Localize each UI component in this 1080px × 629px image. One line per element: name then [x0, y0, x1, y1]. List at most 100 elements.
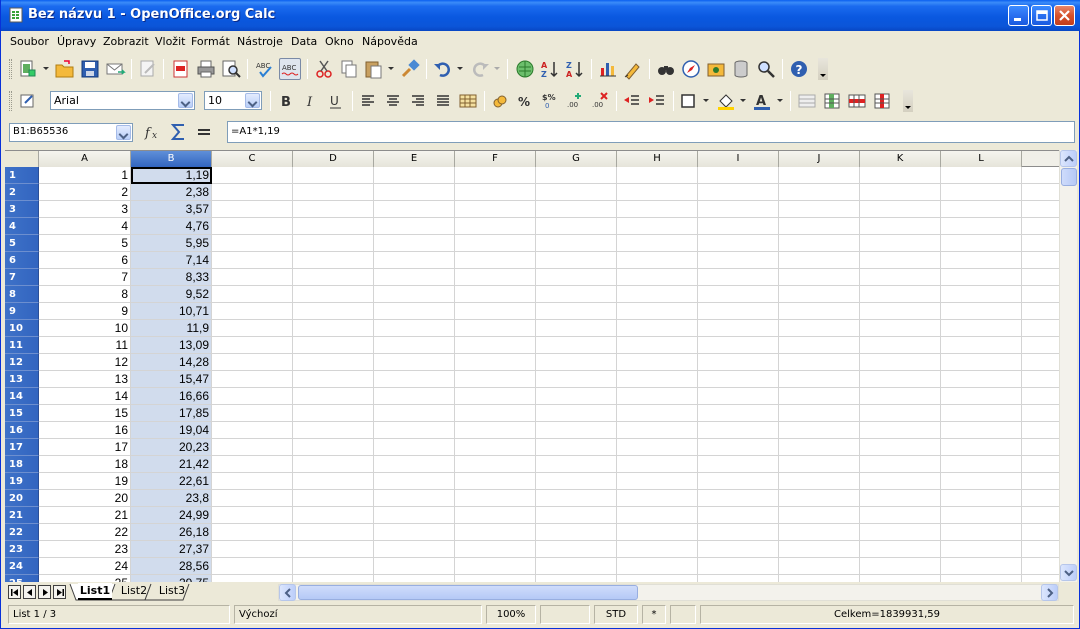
menu-data[interactable]: Data — [291, 35, 317, 48]
status-zoom[interactable]: 100% — [486, 605, 536, 624]
scroll-up-button[interactable] — [1060, 150, 1077, 167]
cell-a[interactable]: 3 — [39, 201, 131, 218]
row-header[interactable]: 18 — [5, 456, 39, 473]
row-header[interactable]: 11 — [5, 337, 39, 354]
previous-sheet-button[interactable] — [23, 585, 36, 599]
row-header[interactable]: 20 — [5, 490, 39, 507]
spellcheck-icon[interactable]: ABC — [254, 58, 276, 80]
row-header[interactable]: 3 — [5, 201, 39, 218]
cell-b[interactable]: 16,66 — [131, 388, 212, 405]
minimize-button[interactable] — [1008, 5, 1029, 26]
cell-b[interactable]: 20,23 — [131, 439, 212, 456]
chevron-down-icon[interactable] — [178, 93, 193, 108]
cell-b[interactable]: 24,99 — [131, 507, 212, 524]
find-replace-icon[interactable] — [655, 58, 677, 80]
menu-zobrazit[interactable]: Zobrazit — [103, 35, 149, 48]
name-box[interactable]: B1:B65536 — [9, 123, 133, 142]
cell-a[interactable]: 4 — [39, 218, 131, 235]
italic-icon[interactable]: I — [300, 90, 322, 112]
redo-icon[interactable] — [469, 58, 491, 80]
sum-icon[interactable] — [168, 121, 190, 143]
cell-b[interactable]: 8,33 — [131, 269, 212, 286]
row-header[interactable]: 10 — [5, 320, 39, 337]
toolbar-expand-button[interactable] — [903, 90, 913, 112]
menu-upravy[interactable]: Úpravy — [57, 35, 96, 48]
cell-a[interactable]: 1 — [39, 167, 131, 184]
styles-formatting-icon[interactable] — [17, 90, 39, 112]
cell-b[interactable]: 5,95 — [131, 235, 212, 252]
column-header-c[interactable]: C — [212, 151, 293, 167]
select-all-corner[interactable] — [5, 151, 39, 167]
row-header[interactable]: 25 — [5, 575, 39, 582]
row-header[interactable]: 14 — [5, 388, 39, 405]
new-document-icon[interactable] — [17, 58, 39, 80]
cell-a[interactable]: 12 — [39, 354, 131, 371]
background-color-dropdown-arrow[interactable] — [740, 99, 746, 102]
delete-rows-icon[interactable] — [846, 90, 868, 112]
cell-a[interactable]: 10 — [39, 320, 131, 337]
cell-b[interactable]: 29,75 — [131, 575, 212, 582]
cell-b[interactable]: 26,18 — [131, 524, 212, 541]
open-folder-icon[interactable] — [54, 58, 76, 80]
undo-icon[interactable] — [432, 58, 454, 80]
cell-a[interactable]: 7 — [39, 269, 131, 286]
cell-b[interactable]: 4,76 — [131, 218, 212, 235]
cell-a[interactable]: 11 — [39, 337, 131, 354]
cell-a[interactable]: 20 — [39, 490, 131, 507]
cell-b[interactable]: 9,52 — [131, 286, 212, 303]
spreadsheet-grid[interactable]: ABCDEFGHIJKL 1 2 3 4 5 6 7 8 9 10 11 12 13 14 15 16 17 18… — [5, 150, 1059, 582]
column-header-l[interactable]: L — [941, 151, 1022, 167]
cell-a[interactable]: 23 — [39, 541, 131, 558]
column-header-k[interactable]: K — [860, 151, 941, 167]
chevron-down-icon[interactable] — [116, 125, 131, 140]
menu-soubor[interactable]: Soubor — [10, 35, 49, 48]
row-header[interactable]: 19 — [5, 473, 39, 490]
cell-b[interactable]: 11,9 — [131, 320, 212, 337]
sort-ascending-icon[interactable]: AZ — [539, 58, 561, 80]
cell-a[interactable]: 15 — [39, 405, 131, 422]
underline-icon[interactable]: U — [325, 90, 347, 112]
column-header-a[interactable]: A — [39, 151, 131, 167]
cell-b[interactable]: 28,56 — [131, 558, 212, 575]
cell-b[interactable]: 7,14 — [131, 252, 212, 269]
cell-b[interactable]: 21,42 — [131, 456, 212, 473]
toggle-sidebar-icon[interactable] — [796, 90, 818, 112]
cell-b[interactable]: 2,38 — [131, 184, 212, 201]
row-header[interactable]: 15 — [5, 405, 39, 422]
cell-a[interactable]: 25 — [39, 575, 131, 582]
page-preview-icon[interactable] — [220, 58, 242, 80]
hyperlink-icon[interactable] — [514, 58, 536, 80]
row-header[interactable]: 8 — [5, 286, 39, 303]
horizontal-scrollbar[interactable] — [278, 584, 1059, 601]
help-icon[interactable]: ? — [788, 58, 810, 80]
next-sheet-button[interactable] — [38, 585, 51, 599]
sheet-tab-list3[interactable]: List3 — [155, 583, 189, 600]
delete-decimal-icon[interactable]: .00 — [589, 90, 611, 112]
justify-icon[interactable] — [432, 90, 454, 112]
cell-a[interactable]: 5 — [39, 235, 131, 252]
print-icon[interactable] — [195, 58, 217, 80]
cell-b[interactable]: 23,8 — [131, 490, 212, 507]
first-sheet-button[interactable] — [8, 585, 21, 599]
borders-dropdown-arrow[interactable] — [703, 99, 709, 102]
insert-columns-icon[interactable] — [821, 90, 843, 112]
cell-a[interactable]: 16 — [39, 422, 131, 439]
status-selection-mode[interactable]: STD — [594, 605, 638, 624]
merge-cells-icon[interactable] — [457, 90, 479, 112]
cell-a[interactable]: 24 — [39, 558, 131, 575]
show-draw-functions-icon[interactable] — [622, 58, 644, 80]
function-wizard-icon[interactable]: fx — [143, 121, 165, 143]
gallery-icon[interactable] — [705, 58, 727, 80]
cell-b[interactable]: 15,47 — [131, 371, 212, 388]
decrease-indent-icon[interactable] — [621, 90, 643, 112]
navigator-icon[interactable] — [680, 58, 702, 80]
horizontal-scroll-thumb[interactable] — [298, 585, 638, 600]
cell-a[interactable]: 2 — [39, 184, 131, 201]
cell-a[interactable]: 22 — [39, 524, 131, 541]
scroll-left-button[interactable] — [279, 584, 296, 601]
cell-a[interactable]: 17 — [39, 439, 131, 456]
row-header[interactable]: 5 — [5, 235, 39, 252]
cell-b[interactable]: 13,09 — [131, 337, 212, 354]
last-sheet-button[interactable] — [53, 585, 66, 599]
row-header[interactable]: 16 — [5, 422, 39, 439]
